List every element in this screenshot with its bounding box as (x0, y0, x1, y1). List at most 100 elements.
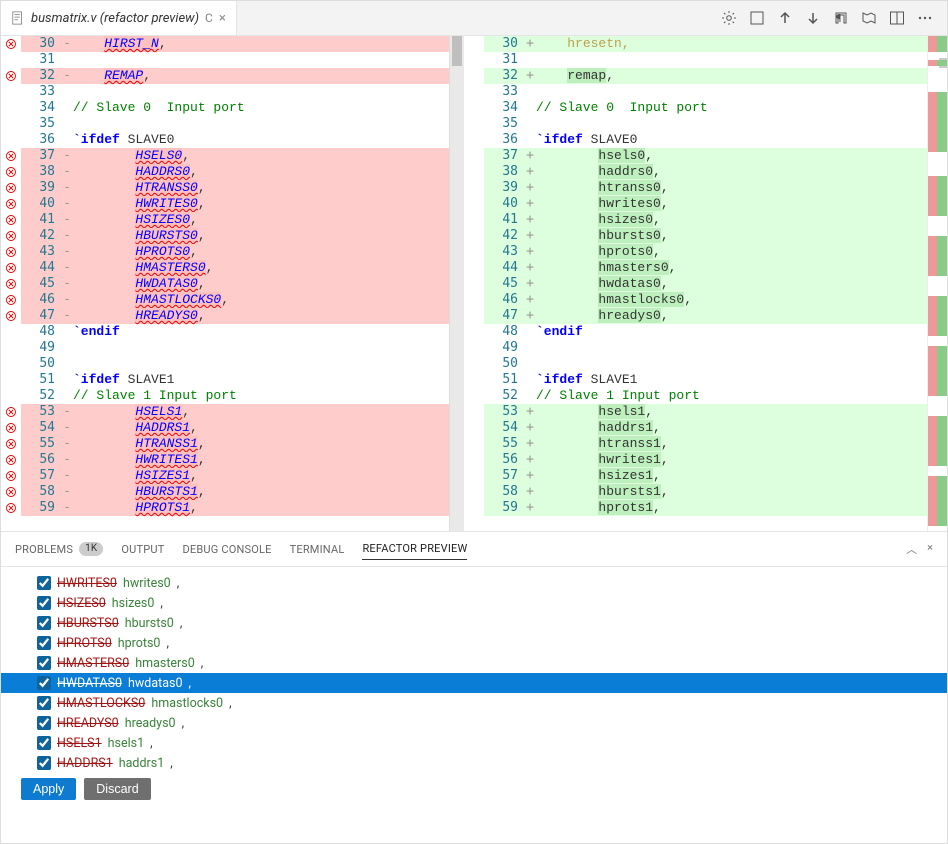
discard-button[interactable]: Discard (84, 778, 150, 800)
diff-original-pane[interactable]: 3031323334353637383940414243444546474849… (1, 36, 464, 531)
panel-tab-bar: PROBLEMS 1K OUTPUT DEBUG CONSOLE TERMINA… (1, 532, 947, 567)
refactor-checkbox[interactable] (37, 656, 51, 670)
refactor-checkbox[interactable] (37, 676, 51, 690)
refactor-checkbox[interactable] (37, 716, 51, 730)
panel-actions: ︿ × (906, 541, 933, 557)
line-number: 42 (21, 228, 61, 244)
code-line (73, 356, 464, 372)
overview-ruler[interactable] (927, 36, 947, 531)
code-line: hsels1, (536, 404, 927, 420)
error-icon (1, 100, 21, 116)
gear-icon[interactable] (721, 10, 737, 26)
error-icon (1, 164, 21, 180)
line-numbers-left: 3031323334353637383940414243444546474849… (21, 36, 61, 531)
refactor-trailing-comma: , (166, 636, 168, 651)
refactor-old-text: HREADYS0 (57, 716, 119, 731)
refactor-checkbox[interactable] (37, 736, 51, 750)
code-line: htranss0, (536, 180, 927, 196)
code-line: HTRANSS0, (73, 180, 464, 196)
more-icon[interactable] (917, 10, 933, 26)
code-line: hsizes1, (536, 468, 927, 484)
code-line: hwdatas0, (536, 276, 927, 292)
line-number: 53 (21, 404, 61, 420)
error-icon (1, 308, 21, 324)
code-line: hprots0, (536, 244, 927, 260)
refactor-new-text: hsizes0 (112, 596, 155, 611)
refactor-item[interactable]: HBURSTS0hbursts0, (1, 613, 947, 633)
refactor-new-text: hprots0 (118, 636, 161, 651)
refactor-new-text: hwdatas0 (128, 676, 183, 691)
line-number: 39 (484, 180, 524, 196)
refactor-trailing-comma: , (229, 696, 231, 711)
close-icon[interactable]: × (927, 541, 933, 557)
apply-button[interactable]: Apply (21, 778, 76, 800)
line-number: 56 (21, 452, 61, 468)
refactor-checkbox[interactable] (37, 616, 51, 630)
tab-terminal[interactable]: TERMINAL (290, 539, 345, 560)
error-icon (1, 484, 21, 500)
refactor-item[interactable]: HMASTLOCKS0hmastlocks0, (1, 693, 947, 713)
code-line: HADDRS0, (73, 164, 464, 180)
code-line (536, 52, 927, 68)
refactor-item[interactable]: HSIZES0hsizes0, (1, 593, 947, 613)
tab-output[interactable]: OUTPUT (121, 539, 164, 560)
tab-debug-console[interactable]: DEBUG CONSOLE (182, 539, 271, 560)
error-icon (1, 340, 21, 356)
problems-count-badge: 1K (79, 542, 103, 556)
code-right: hresetn, remap,// Slave 0 Input port`ifd… (536, 36, 927, 531)
refactor-trailing-comma: , (150, 736, 152, 751)
chevron-up-icon[interactable]: ︿ (906, 541, 917, 557)
diff-modified-pane[interactable]: 3031323334353637383940414243444546474849… (464, 36, 927, 531)
refactor-trailing-comma: , (189, 676, 191, 691)
line-number: 54 (21, 420, 61, 436)
code-line: HBURSTS1, (73, 484, 464, 500)
error-icon (1, 292, 21, 308)
refactor-new-text: haddrs1 (119, 756, 165, 771)
tab-refactor-preview[interactable]: REFACTOR PREVIEW (362, 538, 467, 560)
error-icon (1, 356, 21, 372)
error-icon (1, 52, 21, 68)
refactor-checkbox[interactable] (37, 596, 51, 610)
arrow-down-icon[interactable] (805, 10, 821, 26)
refactor-item[interactable]: HWDATAS0hwdatas0, (1, 673, 947, 693)
refactor-item[interactable]: HWRITES0hwrites0, (1, 573, 947, 593)
close-icon[interactable]: × (219, 11, 226, 26)
refactor-checkbox[interactable] (37, 576, 51, 590)
scrollbar-thumb[interactable] (452, 36, 462, 66)
error-icon (1, 500, 21, 516)
split-editor-icon[interactable] (889, 10, 905, 26)
refactor-item[interactable]: HPROTS0hprots0, (1, 633, 947, 653)
refactor-item[interactable]: HADDRS1haddrs1, (1, 753, 947, 770)
code-line: REMAP, (73, 68, 464, 84)
line-number: 59 (484, 500, 524, 516)
code-line: HSELS1, (73, 404, 464, 420)
arrow-up-icon[interactable] (777, 10, 793, 26)
editor-tab-busmatrix[interactable]: busmatrix.v (refactor preview) C × (1, 1, 237, 35)
map-icon[interactable] (861, 10, 877, 26)
code-line: HWDATAS0, (73, 276, 464, 292)
error-icon (1, 404, 21, 420)
refactor-preview-list[interactable]: HWRITES0hwrites0,HSIZES0hsizes0,HBURSTS0… (1, 567, 947, 770)
refactor-checkbox[interactable] (37, 696, 51, 710)
code-line: haddrs1, (536, 420, 927, 436)
refactor-item[interactable]: HSELS1hsels1, (1, 733, 947, 753)
refactor-item[interactable]: HREADYS0hreadys0, (1, 713, 947, 733)
expand-icon[interactable] (749, 10, 765, 26)
code-line: HMASTERS0, (73, 260, 464, 276)
refactor-trailing-comma: , (201, 656, 203, 671)
refactor-old-text: HBURSTS0 (57, 616, 119, 631)
line-number: 38 (21, 164, 61, 180)
line-number: 44 (484, 260, 524, 276)
code-line: // Slave 1 Input port (536, 388, 927, 404)
code-line (536, 116, 927, 132)
refactor-checkbox[interactable] (37, 636, 51, 650)
code-line (73, 52, 464, 68)
whitespace-icon[interactable]: ¶ (833, 10, 849, 26)
refactor-item[interactable]: HMASTERS0hmasters0, (1, 653, 947, 673)
line-number: 56 (484, 452, 524, 468)
refactor-checkbox[interactable] (37, 756, 51, 770)
refactor-new-text: hwrites0 (123, 576, 171, 591)
tab-problems[interactable]: PROBLEMS 1K (15, 538, 103, 560)
code-line: hprots1, (536, 500, 927, 516)
code-line: `endif (536, 324, 927, 340)
